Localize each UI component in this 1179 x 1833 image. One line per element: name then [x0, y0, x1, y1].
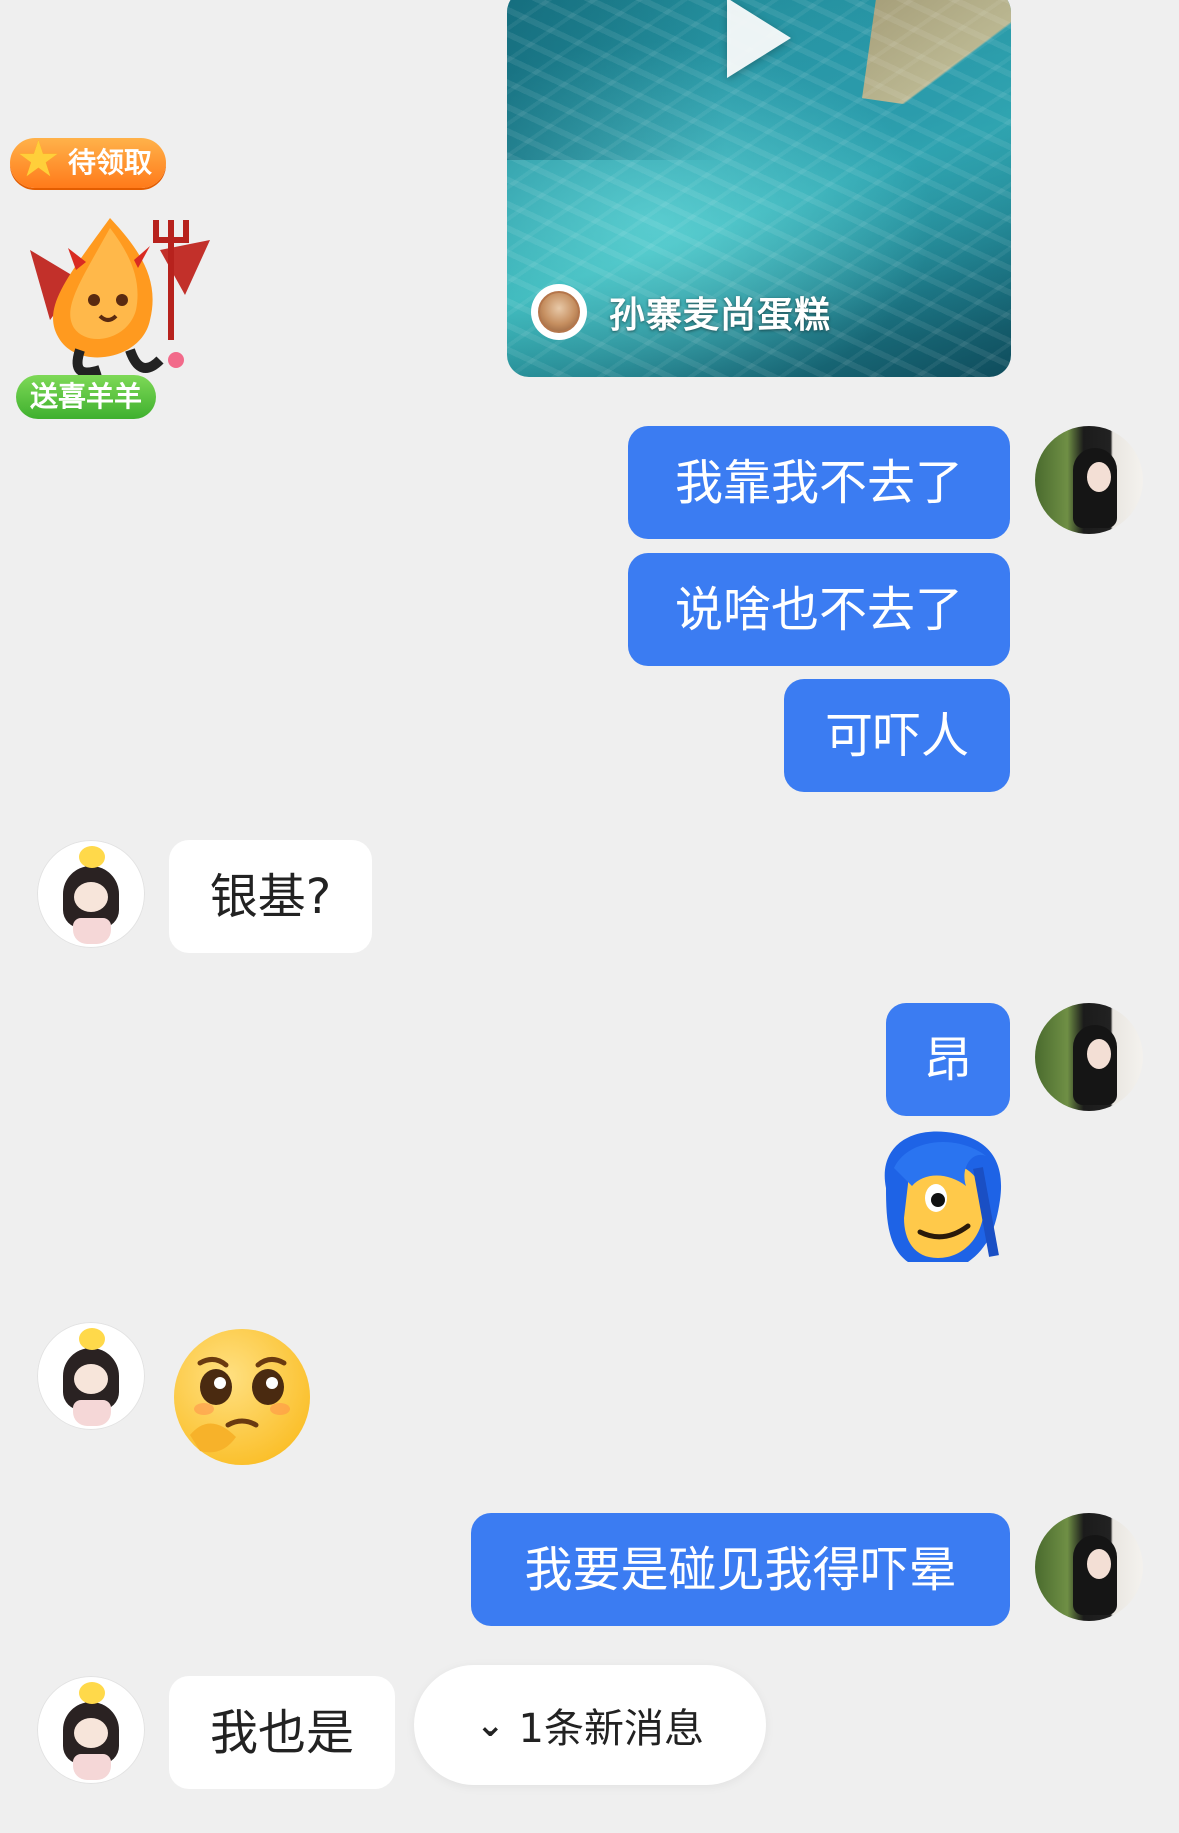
message-bubble-incoming[interactable]: 我也是 — [169, 1676, 395, 1789]
shop-logo — [531, 284, 587, 340]
shop-name: 孙寨麦尚蛋糕 — [609, 295, 832, 336]
video-message-card[interactable]: 孙寨麦尚蛋糕 — [507, 0, 1011, 377]
message-bubble-incoming[interactable]: 银基? — [169, 840, 372, 953]
message-bubble-outgoing[interactable]: 我靠我不去了 — [628, 426, 1010, 539]
new-message-label: 1条新消息 — [518, 1706, 704, 1752]
message-bubble-outgoing[interactable]: 昂 — [886, 1003, 1010, 1116]
new-message-pill[interactable]: ⌄ 1条新消息 — [414, 1665, 766, 1785]
chevron-double-down-icon: ⌄ — [476, 1705, 505, 1745]
avatar[interactable] — [37, 1322, 145, 1430]
mascot-sticker[interactable] — [10, 210, 210, 390]
avatar[interactable] — [37, 1676, 145, 1784]
pleading-face-sticker[interactable] — [170, 1325, 314, 1469]
claim-label: 待领取 — [68, 146, 153, 179]
claim-badge[interactable]: ★ 待领取 — [10, 134, 167, 188]
avatar[interactable] — [1035, 1003, 1143, 1111]
avatar[interactable] — [37, 840, 145, 948]
message-bubble-outgoing[interactable]: 说啥也不去了 — [628, 553, 1010, 666]
blue-hair-smirk-sticker[interactable] — [868, 1128, 1008, 1268]
avatar[interactable] — [1035, 426, 1143, 534]
star-icon: ★ — [16, 130, 61, 188]
avatar[interactable] — [1035, 1513, 1143, 1621]
message-bubble-outgoing[interactable]: 可吓人 — [784, 679, 1010, 792]
gift-label[interactable]: 送喜羊羊 — [16, 375, 157, 419]
play-icon[interactable] — [727, 0, 791, 78]
message-bubble-outgoing[interactable]: 我要是碰见我得吓晕 — [471, 1513, 1010, 1626]
